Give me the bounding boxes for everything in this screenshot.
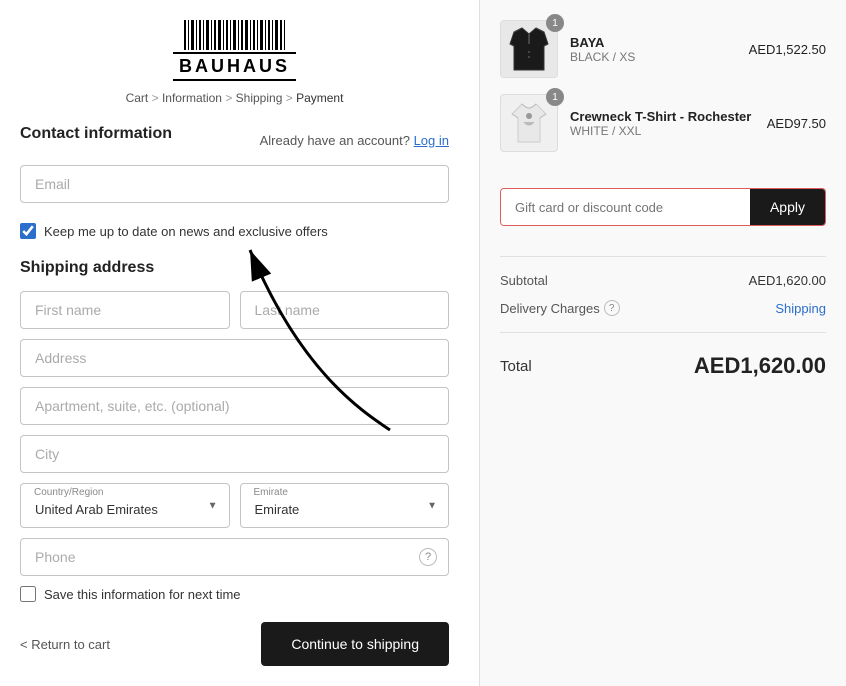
subtotal-label: Subtotal — [500, 273, 548, 288]
discount-code-box: Apply — [500, 188, 826, 226]
city-input[interactable] — [20, 435, 449, 473]
save-info-checkbox[interactable] — [20, 586, 36, 602]
email-field-wrapper — [20, 165, 449, 203]
shipping-title: Shipping address — [20, 259, 449, 277]
item-variant: WHITE / XXL — [570, 124, 755, 138]
country-label: Country/Region — [34, 487, 103, 498]
delivery-value: Shipping — [775, 301, 826, 316]
breadcrumb-shipping[interactable]: Shipping — [236, 91, 283, 105]
item-name: Crewneck T-Shirt - Rochester — [570, 109, 755, 124]
breadcrumb-payment: Payment — [296, 91, 343, 105]
item-image-wrapper: 1 — [500, 20, 558, 78]
emirate-label: Emirate — [254, 487, 288, 498]
breadcrumb-sep2: > — [225, 91, 235, 105]
item-details: BAYA BLACK / XS — [570, 35, 737, 64]
emirate-wrapper: Emirate Emirate ▼ — [240, 483, 450, 528]
breadcrumb-cart[interactable]: Cart — [126, 91, 149, 105]
save-info-row: Save this information for next time — [20, 586, 449, 602]
footer-actions: < Return to cart Continue to shipping — [20, 622, 449, 666]
item-variant: BLACK / XS — [570, 50, 737, 64]
return-to-cart-link[interactable]: < Return to cart — [20, 637, 110, 652]
tshirt-icon — [508, 100, 550, 146]
address-input[interactable] — [20, 339, 449, 377]
apply-discount-button[interactable]: Apply — [750, 189, 825, 225]
subtotal-value: AED1,620.00 — [749, 273, 826, 288]
breadcrumb-information[interactable]: Information — [162, 91, 222, 105]
apartment-input[interactable] — [20, 387, 449, 425]
save-info-label: Save this information for next time — [44, 587, 241, 602]
barcode-image — [184, 20, 285, 50]
last-name-input[interactable] — [240, 291, 450, 329]
item-price: AED1,522.50 — [749, 42, 826, 57]
email-input[interactable] — [20, 165, 449, 203]
item-image-wrapper: 1 — [500, 94, 558, 152]
address-field-wrapper — [20, 339, 449, 377]
country-wrapper: Country/Region United Arab Emirates ▼ — [20, 483, 230, 528]
contact-title: Contact information — [20, 125, 172, 143]
delivery-help-icon[interactable]: ? — [604, 300, 620, 316]
item-price: AED97.50 — [767, 116, 826, 131]
item-quantity-badge: 1 — [546, 88, 564, 106]
total-label: Total — [500, 358, 532, 375]
item-details: Crewneck T-Shirt - Rochester WHITE / XXL — [570, 109, 755, 138]
item-name: BAYA — [570, 35, 737, 50]
continue-to-shipping-button[interactable]: Continue to shipping — [261, 622, 449, 666]
delivery-row: Delivery Charges ? Shipping — [500, 294, 826, 322]
total-value: AED1,620.00 — [694, 353, 826, 379]
divider — [500, 256, 826, 257]
login-link[interactable]: Log in — [414, 133, 449, 148]
delivery-label: Delivery Charges ? — [500, 300, 620, 316]
login-prompt: Already have an account? Log in — [260, 133, 449, 148]
breadcrumb-sep3: > — [286, 91, 296, 105]
order-item: 1 Crewneck T-Shirt - Rochester WHITE / X… — [500, 94, 826, 152]
divider-2 — [500, 332, 826, 333]
phone-input[interactable] — [20, 538, 449, 576]
first-name-input[interactable] — [20, 291, 230, 329]
phone-field-wrapper: ? — [20, 538, 449, 576]
order-item: 1 BAYA BLACK / XS AED1,522.50 — [500, 20, 826, 78]
breadcrumb-sep1: > — [152, 91, 162, 105]
total-row: Total AED1,620.00 — [500, 343, 826, 389]
logo: BAUHAUS — [173, 20, 296, 81]
apartment-field-wrapper — [20, 387, 449, 425]
item-quantity-badge: 1 — [546, 14, 564, 32]
order-items-list: 1 BAYA BLACK / XS AED1,522.50 — [500, 20, 826, 168]
name-row — [20, 291, 449, 329]
subtotal-row: Subtotal AED1,620.00 — [500, 267, 826, 294]
discount-code-input[interactable] — [501, 189, 750, 225]
jacket-icon — [506, 24, 552, 74]
newsletter-label: Keep me up to date on news and exclusive… — [44, 224, 328, 239]
left-panel: BAUHAUS Cart > Information > Shipping > … — [0, 0, 480, 686]
newsletter-row: Keep me up to date on news and exclusive… — [20, 223, 449, 239]
right-panel: 1 BAYA BLACK / XS AED1,522.50 — [480, 0, 846, 686]
country-emirate-row: Country/Region United Arab Emirates ▼ Em… — [20, 483, 449, 528]
logo-text: BAUHAUS — [173, 52, 296, 81]
contact-header: Contact information Already have an acco… — [20, 125, 449, 155]
city-field-wrapper — [20, 435, 449, 473]
newsletter-checkbox[interactable] — [20, 223, 36, 239]
phone-help-icon[interactable]: ? — [419, 548, 437, 566]
logo-area: BAUHAUS — [20, 20, 449, 81]
breadcrumb: Cart > Information > Shipping > Payment — [20, 91, 449, 105]
